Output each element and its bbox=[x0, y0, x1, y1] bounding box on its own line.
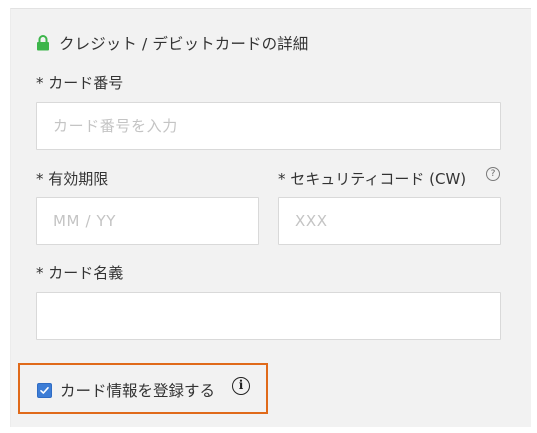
security-code-label: * セキュリティコード (CW) bbox=[278, 170, 467, 188]
expiry-input[interactable] bbox=[37, 198, 258, 244]
security-code-field[interactable] bbox=[278, 197, 501, 245]
save-card-checkbox[interactable] bbox=[37, 383, 52, 398]
card-number-label: * カード番号 bbox=[36, 74, 124, 92]
checkmark-icon bbox=[40, 387, 49, 394]
card-name-label: * カード名義 bbox=[36, 264, 124, 282]
info-icon[interactable]: i bbox=[232, 377, 250, 395]
card-name-input[interactable] bbox=[37, 293, 500, 339]
card-details-header: クレジット / デビットカードの詳細 bbox=[36, 32, 308, 54]
card-name-field[interactable] bbox=[36, 292, 501, 340]
security-code-input[interactable] bbox=[279, 198, 500, 244]
save-card-label[interactable]: カード情報を登録する bbox=[60, 379, 215, 401]
expiry-label: * 有効期限 bbox=[36, 170, 109, 188]
card-number-field[interactable] bbox=[36, 102, 501, 150]
question-icon[interactable]: ? bbox=[486, 167, 500, 181]
section-title: クレジット / デビットカードの詳細 bbox=[59, 35, 309, 53]
lock-icon bbox=[37, 35, 49, 51]
card-number-input[interactable] bbox=[37, 103, 500, 149]
expiry-field[interactable] bbox=[36, 197, 259, 245]
